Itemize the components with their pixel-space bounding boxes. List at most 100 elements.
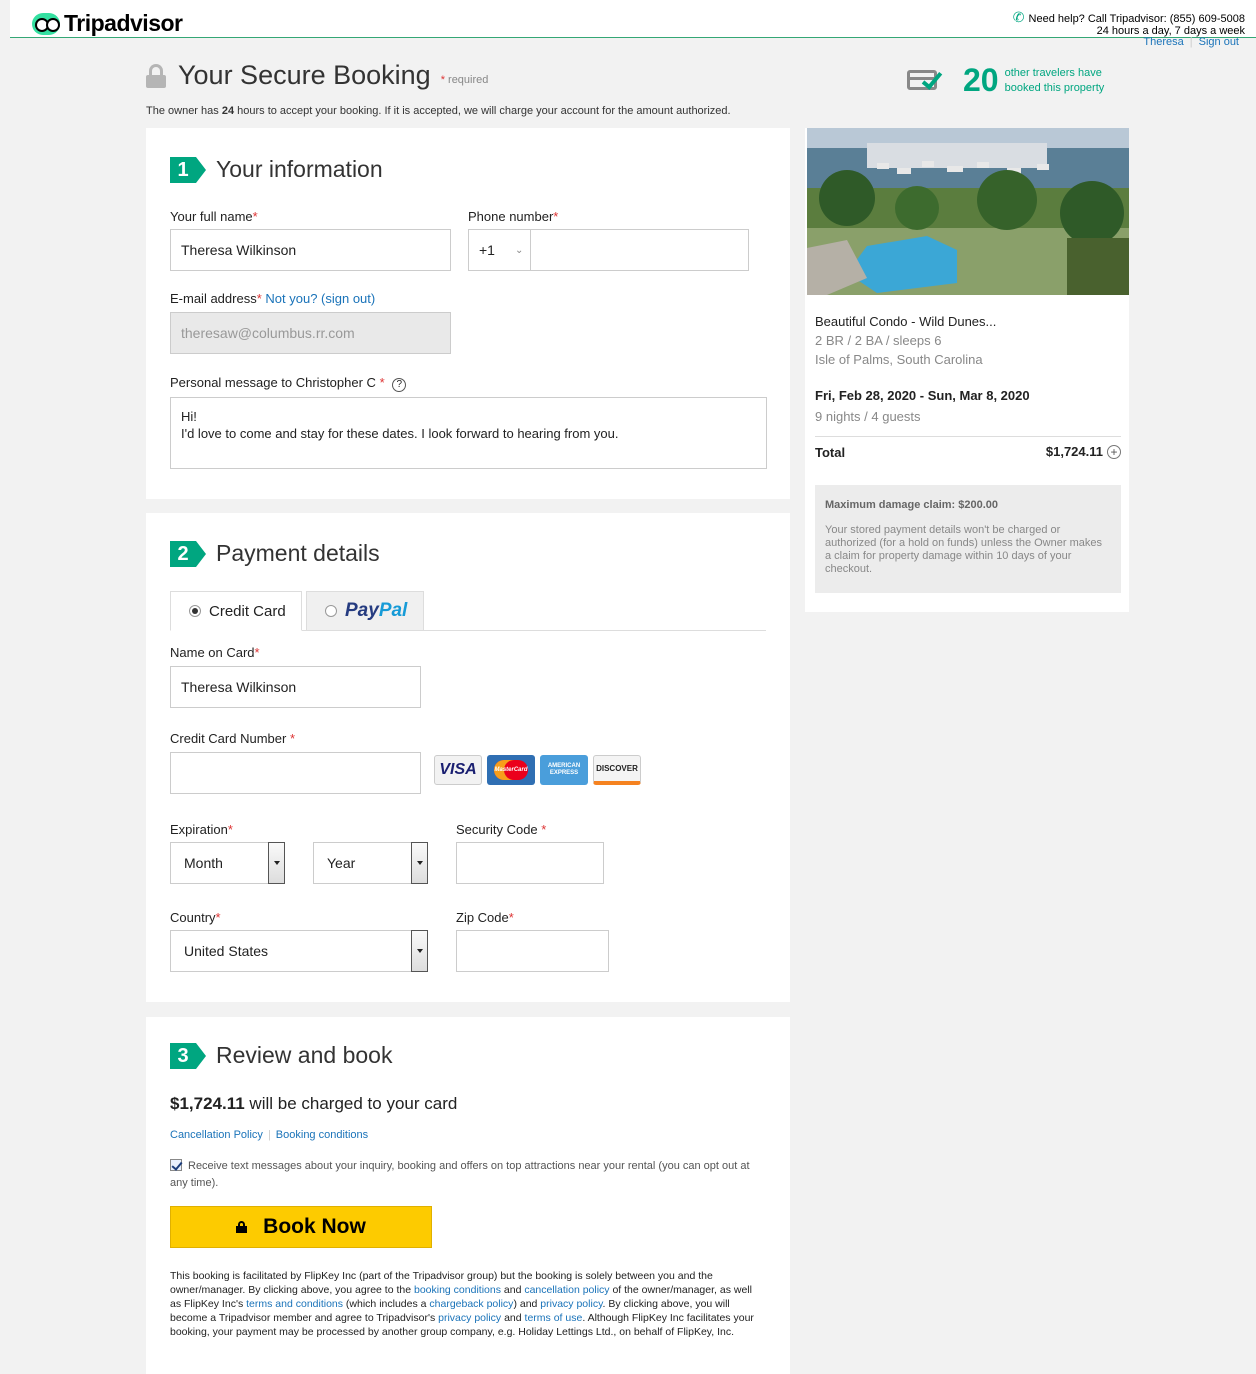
top-bar: Tripadvisor ✆ Need help? Call Tripadvisor… xyxy=(10,0,1256,38)
book-now-label: Book Now xyxy=(263,1215,366,1238)
card-number-input[interactable] xyxy=(170,752,421,794)
stay-dates: Fri, Feb 28, 2020 - Sun, Mar 8, 2020 xyxy=(815,388,1030,403)
divider: | xyxy=(267,1129,271,1141)
page-title: Your Secure Booking xyxy=(178,60,431,90)
year-select[interactable]: Year xyxy=(313,842,428,884)
tripadvisor-privacy-policy-link[interactable]: privacy policy xyxy=(438,1312,501,1324)
lock-icon xyxy=(146,63,166,88)
amex-icon: AMERICAN EXPRESS xyxy=(540,755,588,785)
phone-icon: ✆ xyxy=(1012,9,1025,25)
step-number: 2 xyxy=(170,540,196,567)
sms-checkbox[interactable] xyxy=(170,1159,182,1171)
terms-of-use-link[interactable]: terms of use xyxy=(525,1312,583,1324)
user-name-link[interactable]: Theresa xyxy=(1137,36,1189,48)
nights-guests: 9 nights / 4 guests xyxy=(815,409,921,424)
section-heading: Review and book xyxy=(216,1042,393,1068)
country-label: Country* xyxy=(170,910,221,925)
payment-tabs: Credit Card PayPal xyxy=(170,591,766,631)
help-info: ✆ Need help? Call Tripadvisor: (855) 609-… xyxy=(1012,9,1245,37)
visa-icon: VISA xyxy=(434,755,482,785)
expand-plus-icon[interactable]: + xyxy=(1107,444,1121,459)
help-icon[interactable]: ? xyxy=(392,378,407,392)
step-badge: 1 xyxy=(170,156,208,183)
step-1-header: 1 Your information xyxy=(170,156,383,183)
not-you-link[interactable]: Not you? (sign out) xyxy=(265,291,375,306)
fine-text: (which includes a xyxy=(343,1298,430,1310)
privacy-policy-link[interactable]: privacy policy xyxy=(540,1298,602,1310)
expiration-label-text: Expiration xyxy=(170,822,228,837)
step-3-header: 3 Review and book xyxy=(170,1042,392,1069)
month-value: Month xyxy=(184,855,223,871)
country-select[interactable]: United States xyxy=(170,930,428,972)
full-name-input[interactable]: Theresa Wilkinson xyxy=(170,229,451,271)
property-specs: 2 BR / 2 BA / sleeps 6 xyxy=(815,333,942,348)
sms-text: Receive text messages about your inquiry… xyxy=(170,1160,750,1189)
month-select[interactable]: Month xyxy=(170,842,285,884)
country-code-select[interactable]: +1 ⌄ xyxy=(468,229,531,271)
terms-and-conditions-link[interactable]: terms and conditions xyxy=(246,1298,343,1310)
name-on-card-label: Name on Card* xyxy=(170,645,260,660)
review-and-book-panel: 3 Review and book $1,724.11 will be char… xyxy=(146,1017,790,1374)
discover-icon: DISCOVER xyxy=(593,755,641,785)
cancellation-policy-link[interactable]: Cancellation Policy xyxy=(170,1129,263,1141)
security-code-input[interactable] xyxy=(456,842,604,884)
tab-paypal[interactable]: PayPal xyxy=(306,591,424,631)
owl-logo-icon xyxy=(32,12,60,35)
year-value: Year xyxy=(327,855,356,871)
full-name-label-text: Your full name xyxy=(170,209,253,224)
full-name-label: Your full name* xyxy=(170,209,258,224)
required-star: * xyxy=(440,73,445,86)
tripadvisor-logo[interactable]: Tripadvisor xyxy=(32,10,183,37)
radio-icon xyxy=(325,605,337,617)
page-title-row: Your Secure Booking * required xyxy=(146,60,488,91)
message-label-text: Personal message to Christopher C xyxy=(170,375,376,390)
name-on-card-input[interactable]: Theresa Wilkinson xyxy=(170,666,421,708)
sign-out-link[interactable]: Sign out xyxy=(1193,36,1245,48)
paypal-logo: PayPal xyxy=(345,600,407,622)
tab-credit-card[interactable]: Credit Card xyxy=(170,591,302,631)
name-on-card-label-text: Name on Card xyxy=(170,645,255,660)
country-value: United States xyxy=(184,943,269,959)
step-number: 1 xyxy=(170,156,196,183)
damage-claim-title: Maximum damage claim: $200.00 xyxy=(825,499,999,511)
step-badge: 2 xyxy=(170,540,208,567)
chargeback-policy-link[interactable]: chargeback policy xyxy=(429,1298,513,1310)
mastercard-text: MasterCard xyxy=(494,760,528,780)
property-photo xyxy=(807,128,1129,295)
country-label-text: Country xyxy=(170,910,216,925)
required-note: * required xyxy=(441,74,489,86)
booking-conditions-link[interactable]: Booking conditions xyxy=(276,1129,368,1141)
cancellation-policy-link[interactable]: cancellation policy xyxy=(524,1284,609,1296)
chevron-down-icon: ⌄ xyxy=(514,244,524,256)
dropdown-arrow-icon xyxy=(268,842,285,884)
paypal-logo-part-2: Pal xyxy=(378,600,408,621)
travelers-text-2: booked this property xyxy=(1004,81,1105,94)
phone-input[interactable] xyxy=(530,229,749,271)
help-phone: Need help? Call Tripadvisor: (855) 609-5… xyxy=(1028,13,1245,25)
booking-summary-sidebar: Beautiful Condo - Wild Dunes... 2 BR / 2… xyxy=(805,128,1129,612)
accepted-cards: VISA MasterCard AMERICAN EXPRESS DISCOVE… xyxy=(434,755,641,785)
total-value: $1,724.11 xyxy=(1045,444,1103,459)
zip-code-input[interactable] xyxy=(456,930,609,972)
payment-details-panel: 2 Payment details Credit Card PayPal Nam… xyxy=(146,513,790,1002)
zip-code-label: Zip Code* xyxy=(456,910,514,925)
travelers-booked: 20 other travelers have booked this prope… xyxy=(907,62,1104,99)
booking-conditions-link[interactable]: booking conditions xyxy=(414,1284,501,1296)
damage-claim-text: Your stored payment details won't be cha… xyxy=(825,524,1102,575)
divider xyxy=(815,436,1121,437)
fine-text: and xyxy=(501,1312,525,1324)
total-amount: $1,724.11 + xyxy=(1046,444,1121,459)
property-name[interactable]: Beautiful Condo - Wild Dunes... xyxy=(815,314,996,329)
tab-credit-card-label: Credit Card xyxy=(209,602,286,620)
policy-links: Cancellation Policy | Booking conditions xyxy=(170,1129,368,1141)
step-number: 3 xyxy=(170,1042,196,1069)
step-badge: 3 xyxy=(170,1042,208,1069)
charge-amount: $1,724.11 xyxy=(170,1094,245,1113)
dropdown-arrow-icon xyxy=(411,842,428,884)
travelers-count: 20 xyxy=(963,62,999,98)
owner-note: The owner has 24 hours to accept your bo… xyxy=(146,105,731,117)
lock-icon xyxy=(236,1221,248,1233)
book-now-button[interactable]: Book Now xyxy=(170,1206,432,1248)
message-textarea[interactable]: Hi! I'd love to come and stay for these … xyxy=(170,397,767,469)
owner-note-post: hours to accept your booking. If it is a… xyxy=(234,105,731,117)
